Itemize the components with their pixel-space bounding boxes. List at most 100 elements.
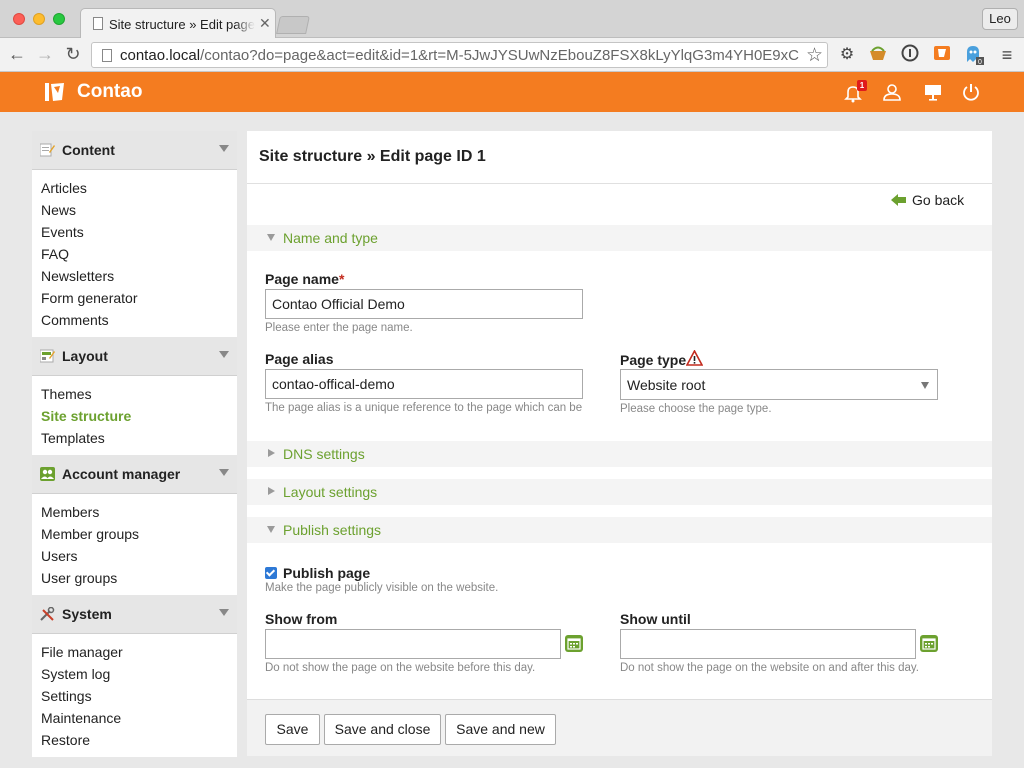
sidebar-item-user-groups[interactable]: User groups [32,567,237,589]
nav-group-system[interactable]: System [32,595,237,634]
section-publish-settings[interactable]: Publish settings [247,517,992,543]
section-dns-settings[interactable]: DNS settings [247,441,992,467]
sidebar-item-faq[interactable]: FAQ [32,243,237,265]
sidebar-item-themes[interactable]: Themes [32,383,237,405]
main-panel: Site structure » Edit page ID 1 Go back … [247,131,992,756]
sidebar-item-newsletters[interactable]: Newsletters [32,265,237,287]
sidebar-item-member-groups[interactable]: Member groups [32,523,237,545]
gear-icon[interactable]: ⚙ [836,44,858,66]
browser-chrome: Site structure » Edit page ID 1 – Contao… [0,0,1024,72]
nav-group-content[interactable]: Content [32,131,237,170]
show-from-help: Do not show the page on the website befo… [265,662,536,674]
contao-extension-icon[interactable] [931,44,953,66]
sidebar-item-form-generator[interactable]: Form generator [32,287,237,309]
save-and-close-button[interactable]: Save and close [324,714,441,745]
nav-list-layout: Themes Site structure Templates [32,376,237,455]
warning-triangle-icon [686,350,703,366]
nav-list-account-manager: Members Member groups Users User groups [32,494,237,595]
basket-extension-icon[interactable] [867,44,889,66]
show-until-label: Show until [620,611,691,627]
logo-text[interactable]: Contao [77,81,142,103]
layout-icon [39,349,55,363]
url-text[interactable]: contao.local/contao?do=page&act=edit&id=… [120,47,800,64]
nav-list-system: File manager System log Settings Mainten… [32,634,237,757]
profile-button[interactable]: Leo [982,8,1018,30]
info-circle-icon[interactable] [899,44,921,66]
browser-tab-active[interactable]: Site structure » Edit page ID 1 – Contao… [80,8,276,39]
main-header: Site structure » Edit page ID 1 [247,131,992,184]
sidebar-item-settings[interactable]: Settings [32,685,237,707]
publish-page-help: Make the page publicly visible on the we… [265,582,499,594]
pencil-note-icon [39,143,55,157]
publish-page-label[interactable]: Publish page [283,565,370,581]
caret-right-icon [268,449,275,457]
caret-down-icon [267,234,275,241]
app-header: Contao 1 [0,72,1024,112]
back-arrow-icon[interactable]: ← [6,43,28,65]
address-bar[interactable]: contao.local/contao?do=page&act=edit&id=… [91,42,828,68]
back-arrow-icon [891,194,906,206]
chevron-down-icon[interactable] [219,469,229,476]
page-info-icon[interactable] [102,49,112,62]
chevron-down-icon[interactable] [219,351,229,358]
chevron-down-icon[interactable] [219,145,229,152]
show-until-help: Do not show the page on the website on a… [620,662,919,674]
page-alias-input[interactable] [265,369,583,399]
sidebar-item-news[interactable]: News [32,199,237,221]
calendar-icon[interactable] [565,635,583,652]
svg-text:0: 0 [978,59,982,66]
section-layout-settings[interactable]: Layout settings [247,479,992,505]
ghost-extension-icon[interactable]: 0 [963,44,985,66]
section-label: DNS settings [283,446,365,462]
go-back-link[interactable]: Go back [891,192,964,208]
show-until-input[interactable] [620,629,916,659]
document-icon [93,17,103,30]
user-profile-icon[interactable] [881,81,905,105]
sidebar-item-site-structure[interactable]: Site structure [32,405,237,427]
sidebar-item-maintenance[interactable]: Maintenance [32,707,237,729]
sidebar-item-comments[interactable]: Comments [32,309,237,331]
save-and-new-button[interactable]: Save and new [445,714,556,745]
page-name-input[interactable] [265,289,583,319]
sidebar-item-restore[interactable]: Restore [32,729,237,751]
minimize-window-button[interactable] [33,13,45,25]
reload-icon[interactable]: ↻ [62,43,84,65]
nav-list-content: Articles News Events FAQ Newsletters For… [32,170,237,337]
power-icon[interactable] [960,81,984,105]
section-label: Layout settings [283,484,378,500]
close-tab-icon[interactable]: ✕ [259,15,271,32]
chevron-down-icon[interactable] [219,609,229,616]
show-from-input[interactable] [265,629,561,659]
forward-arrow-icon[interactable]: → [34,43,56,65]
sidebar-item-articles[interactable]: Articles [32,177,237,199]
save-button[interactable]: Save [265,714,320,745]
sidebar-item-members[interactable]: Members [32,501,237,523]
sidebar-item-events[interactable]: Events [32,221,237,243]
caret-right-icon [268,487,275,495]
calendar-icon[interactable] [920,635,938,652]
nav-group-title: Layout [62,348,108,364]
nav-group-account-manager[interactable]: Account manager [32,455,237,494]
caret-down-icon [267,526,275,533]
zoom-window-button[interactable] [53,13,65,25]
section-name-and-type[interactable]: Name and type [247,225,992,251]
page-alias-help: The page alias is a unique reference to … [265,402,583,414]
new-tab-button[interactable] [276,16,310,34]
nav-group-layout[interactable]: Layout [32,337,237,376]
close-window-button[interactable] [13,13,25,25]
section-label: Name and type [283,230,378,246]
monitor-icon[interactable] [922,81,946,105]
sidebar-item-system-log[interactable]: System log [32,663,237,685]
contao-logo-icon[interactable] [43,80,67,104]
page-type-select[interactable]: Website root [620,369,938,400]
tools-icon [40,606,55,621]
publish-page-checkbox[interactable] [265,567,277,579]
nav-group-title: System [62,606,112,622]
sidebar-item-users[interactable]: Users [32,545,237,567]
sidebar-item-templates[interactable]: Templates [32,427,237,449]
nav-group-title: Account manager [62,466,181,482]
sidebar-item-file-manager[interactable]: File manager [32,641,237,663]
notifications-bell-icon[interactable]: 1 [843,80,867,105]
bookmark-star-icon[interactable]: ☆ [806,44,823,67]
menu-icon[interactable]: ≡ [996,44,1018,66]
